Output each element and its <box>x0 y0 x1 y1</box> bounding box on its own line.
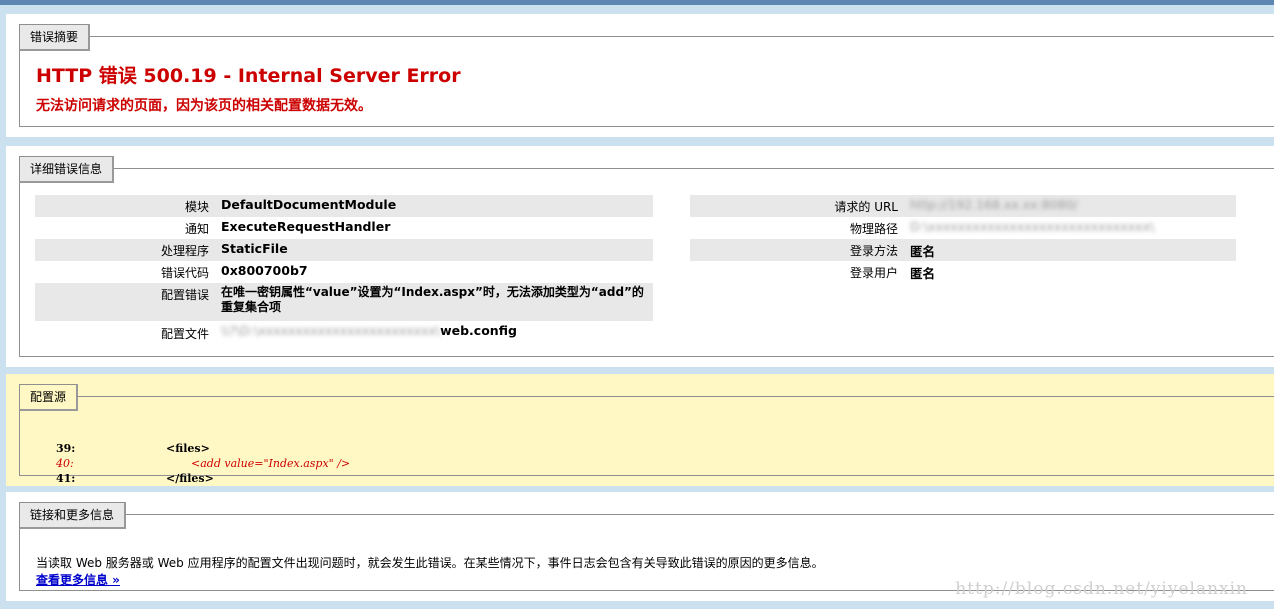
detail-key: 配置错误 <box>35 283 221 321</box>
detail-value: 0x800700b7 <box>221 263 308 278</box>
line-number: 39: <box>56 442 76 455</box>
detail-key: 错误代码 <box>160 266 209 280</box>
table-row: 模块 DefaultDocumentModule <box>35 195 653 217</box>
watermark: http://blog.csdn.net/yiyelanxin <box>955 579 1248 599</box>
config-source-panel: 配置源 39: <files> 40: <add value="Index.aspx… <box>6 374 1274 486</box>
detail-value: ExecuteRequestHandler <box>221 219 391 234</box>
detail-value: DefaultDocumentModule <box>221 195 653 217</box>
code-block: 39: <files> 40: <add value="Index.aspx" />… <box>56 441 350 486</box>
more-info-link[interactable]: 查看更多信息 » <box>36 571 120 588</box>
code-line: 39: <files> <box>56 441 350 456</box>
error-title: HTTP 错误 500.19 - Internal Server Error <box>36 65 461 87</box>
table-row: 通知 ExecuteRequestHandler <box>35 217 653 239</box>
top-bar <box>0 0 1274 5</box>
more-info-panel: 链接和更多信息 当读取 Web 服务器或 Web 应用程序的配置文件出现问题时，… <box>6 492 1274 601</box>
table-row: 登录用户 匿名 <box>690 261 1236 283</box>
table-row: 登录方法 匿名 <box>690 239 1236 261</box>
detail-panel: 详细错误信息 模块 DefaultDocumentModule 通知 Execu… <box>6 146 1274 367</box>
line-number: 41: <box>56 472 76 485</box>
detail-key: 模块 <box>35 195 221 217</box>
table-row: 配置文件 \\?\D:\xxxxxxxxxxxxxxxxxxxxxxxx\web… <box>35 321 653 343</box>
blurred-url: http://192.168.xx.xx:8080/ <box>910 197 1078 212</box>
code-text: </files> <box>166 472 214 485</box>
detail-value: 匿名 <box>910 266 936 281</box>
detail-key: 物理路径 <box>849 222 898 236</box>
blurred-path: \\?\D:\xxxxxxxxxxxxxxxxxxxxxxxx\ <box>221 323 441 338</box>
detail-left-table: 模块 DefaultDocumentModule 通知 ExecuteReque… <box>35 195 653 343</box>
more-info-legend: 链接和更多信息 <box>19 502 127 529</box>
error-subtitle: 无法访问请求的页面，因为该页的相关配置数据无效。 <box>36 98 372 114</box>
detail-right-table: 请求的 URL http://192.168.xx.xx:8080/ 物理路径 … <box>690 195 1236 283</box>
detail-value: \\?\D:\xxxxxxxxxxxxxxxxxxxxxxxx\web.conf… <box>221 321 653 343</box>
config-file-name: web.config <box>440 323 517 338</box>
detail-key: 登录用户 <box>849 266 898 280</box>
detail-value: StaticFile <box>221 239 653 261</box>
table-row: 错误代码 0x800700b7 <box>35 261 653 283</box>
detail-key: 请求的 URL <box>690 195 910 217</box>
config-source-legend: 配置源 <box>19 384 79 411</box>
detail-value: 在唯一密钥属性“value”设置为“Index.aspx”时，无法添加类型为“a… <box>221 283 653 321</box>
table-row: 物理路径 D:\xxxxxxxxxxxxxxxxxxxxxxxxxxxxxx\ <box>690 217 1236 239</box>
detail-key: 配置文件 <box>160 327 209 341</box>
detail-key: 处理程序 <box>35 239 221 261</box>
error-summary-legend: 错误摘要 <box>19 24 91 51</box>
detail-value: 匿名 <box>910 239 1236 261</box>
config-source-frame: 配置源 39: <files> 40: <add value="Index.aspx… <box>19 384 1274 485</box>
error-summary-frame: 错误摘要 HTTP 错误 500.19 - Internal Server Er… <box>19 24 1274 127</box>
code-text: <files> <box>166 442 210 455</box>
line-number: 40: <box>56 457 74 470</box>
code-line-error: 40: <add value="Index.aspx" /> <box>56 456 350 471</box>
code-text: <add value="Index.aspx" /> <box>191 457 351 470</box>
table-row: 请求的 URL http://192.168.xx.xx:8080/ <box>690 195 1236 217</box>
detail-value: http://192.168.xx.xx:8080/ <box>910 195 1236 217</box>
blurred-path: D:\xxxxxxxxxxxxxxxxxxxxxxxxxxxxxx\ <box>910 219 1155 234</box>
detail-key: 登录方法 <box>690 239 910 261</box>
table-row: 处理程序 StaticFile <box>35 239 653 261</box>
detail-key: 通知 <box>184 222 209 236</box>
detail-value: D:\xxxxxxxxxxxxxxxxxxxxxxxxxxxxxx\ <box>910 217 1236 239</box>
detail-frame: 详细错误信息 模块 DefaultDocumentModule 通知 Execu… <box>19 156 1274 357</box>
more-info-description: 当读取 Web 服务器或 Web 应用程序的配置文件出现问题时，就会发生此错误。… <box>36 556 824 570</box>
code-line: 41: </files> <box>56 471 350 486</box>
error-summary-panel: 错误摘要 HTTP 错误 500.19 - Internal Server Er… <box>6 14 1274 137</box>
detail-legend: 详细错误信息 <box>19 156 115 183</box>
table-row: 配置错误 在唯一密钥属性“value”设置为“Index.aspx”时，无法添加… <box>35 283 653 321</box>
